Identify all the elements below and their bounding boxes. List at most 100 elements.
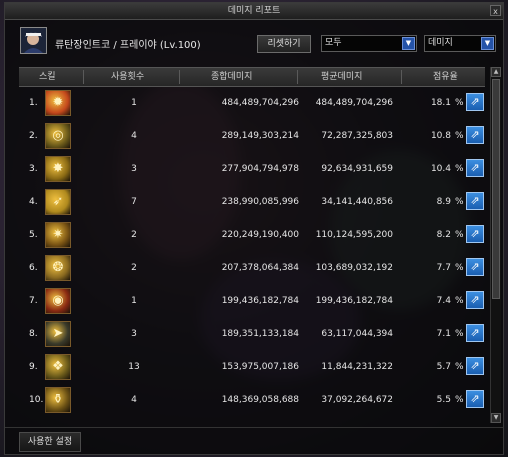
skill-glyph: ⚱	[52, 392, 64, 407]
percent-sign: %	[455, 296, 464, 306]
average-damage: 103,689,032,192	[315, 263, 393, 273]
use-count: 13	[128, 362, 140, 372]
close-button[interactable]: x	[490, 5, 501, 16]
share-icon[interactable]: ⇗	[466, 225, 484, 243]
scrollbar[interactable]: ▲ ▼	[490, 67, 501, 423]
arrow-icon: ➤	[45, 321, 71, 347]
claw-icon: ❂	[45, 255, 71, 281]
column-divider	[401, 70, 402, 84]
column-uses[interactable]: 사용횟수	[111, 68, 144, 86]
column-divider	[83, 70, 84, 84]
eye-icon: ◉	[45, 288, 71, 314]
skill-glyph: ✷	[52, 227, 64, 242]
percent-sign: %	[455, 230, 464, 240]
share-percent: 8.9	[436, 197, 451, 207]
column-total-damage[interactable]: 종합데미지	[211, 68, 252, 86]
average-damage: 199,436,182,784	[315, 296, 393, 306]
scroll-up-icon[interactable]: ▲	[491, 67, 501, 77]
reset-button[interactable]: 리셋하기	[257, 35, 311, 53]
window-titlebar[interactable]: 데미지 리포트 x	[5, 3, 503, 20]
chevron-down-icon: ▼	[402, 37, 415, 50]
table-row[interactable]: 6. ❂ 2 207,378,064,384 103,689,032,192 7.7% ⇗	[19, 252, 485, 284]
grenade-icon: ❖	[45, 354, 71, 380]
skill-glyph: ◉	[52, 293, 64, 308]
use-count: 3	[131, 164, 137, 174]
share-icon[interactable]: ⇗	[466, 159, 484, 177]
use-count: 4	[131, 395, 137, 405]
scroll-down-icon[interactable]: ▼	[491, 413, 501, 423]
row-rank: 6.	[29, 263, 38, 273]
avatar	[20, 27, 47, 54]
share-icon[interactable]: ⇗	[466, 324, 484, 342]
beam-icon: ➶	[45, 189, 71, 215]
average-damage: 110,124,595,200	[315, 230, 393, 240]
share-percent: 7.4	[436, 296, 451, 306]
table-row[interactable]: 7. ◉ 1 199,436,182,784 199,436,182,784 7.4% ⇗	[19, 285, 485, 317]
skill-glyph: ❖	[52, 359, 64, 374]
share-icon[interactable]: ⇗	[466, 192, 484, 210]
percent-sign: %	[455, 98, 464, 108]
share-icon[interactable]: ⇗	[466, 93, 484, 111]
average-damage: 63,117,044,394	[321, 329, 393, 339]
use-count: 7	[131, 197, 137, 207]
average-damage: 11,844,231,322	[321, 362, 393, 372]
character-name: 류탄장인트코 / 프레이야 (Lv.100)	[55, 40, 201, 51]
scrollbar-thumb[interactable]	[492, 79, 500, 299]
ring-icon: ◎	[45, 123, 71, 149]
use-count: 2	[131, 230, 137, 240]
share-percent: 18.1	[430, 98, 451, 108]
chevron-down-icon: ▼	[481, 37, 494, 50]
skill-glyph: ✸	[52, 161, 64, 176]
use-count: 1	[131, 296, 137, 306]
share-icon[interactable]: ⇗	[466, 291, 484, 309]
table-row[interactable]: 8. ➤ 3 189,351,133,184 63,117,044,394 7.1% ⇗	[19, 318, 485, 350]
table-row[interactable]: 4. ➶ 7 238,990,085,996 34,141,440,856 8.9% ⇗	[19, 186, 485, 218]
percent-sign: %	[455, 329, 464, 339]
skill-glyph: ◎	[52, 128, 64, 143]
table-row[interactable]: 5. ✷ 2 220,249,190,400 110,124,595,200 8.2% ⇗	[19, 219, 485, 251]
percent-sign: %	[455, 362, 464, 372]
bottom-bar: 사용한 설정	[5, 427, 503, 455]
share-icon[interactable]: ⇗	[466, 258, 484, 276]
row-rank: 9.	[29, 362, 38, 372]
percent-sign: %	[455, 164, 464, 174]
share-icon[interactable]: ⇗	[466, 126, 484, 144]
column-divider	[179, 70, 180, 84]
barrel-icon: ⚱	[45, 387, 71, 413]
row-rank: 1.	[29, 98, 38, 108]
share-icon[interactable]: ⇗	[466, 390, 484, 408]
use-count: 1	[131, 98, 137, 108]
column-skill[interactable]: 스킬	[39, 68, 56, 86]
share-percent: 7.7	[436, 263, 451, 273]
table-row[interactable]: 10. ⚱ 4 148,369,058,688 37,092,264,672 5.5% ⇗	[19, 384, 485, 416]
table-row[interactable]: 2. ◎ 4 289,149,303,214 72,287,325,803 10.8% ⇗	[19, 120, 485, 152]
table-row[interactable]: 9. ❖ 13 153,975,007,186 11,844,231,322 5.7% ⇗	[19, 351, 485, 383]
filter-dropdown-value: 모두	[325, 38, 342, 48]
spark-icon: ✷	[45, 222, 71, 248]
share-percent: 7.1	[436, 329, 451, 339]
percent-sign: %	[455, 197, 464, 207]
skill-glyph: ➶	[52, 194, 64, 209]
skill-glyph: ❂	[52, 260, 64, 275]
column-divider	[297, 70, 298, 84]
mode-dropdown[interactable]: 데미지 ▼	[424, 35, 496, 52]
row-rank: 8.	[29, 329, 38, 339]
column-share[interactable]: 점유율	[433, 68, 458, 86]
column-avg-damage[interactable]: 평균데미지	[321, 68, 362, 86]
average-damage: 37,092,264,672	[321, 395, 393, 405]
table-row[interactable]: 3. ✸ 3 277,904,794,978 92,634,931,659 10.4% ⇗	[19, 153, 485, 185]
settings-used-tab[interactable]: 사용한 설정	[19, 432, 81, 452]
row-rank: 3.	[29, 164, 38, 174]
use-count: 4	[131, 131, 137, 141]
use-count: 3	[131, 329, 137, 339]
skill-glyph: ✹	[52, 95, 64, 110]
filter-dropdown[interactable]: 모두 ▼	[321, 35, 417, 52]
table-row[interactable]: 1. ✹ 1 484,489,704,296 484,489,704,296 18.1% ⇗	[19, 87, 485, 119]
percent-sign: %	[455, 395, 464, 405]
row-rank: 4.	[29, 197, 38, 207]
character-portrait-icon	[21, 28, 46, 53]
report-header: 류탄장인트코 / 프레이야 (Lv.100) 리셋하기 모두 ▼ 데미지 ▼	[5, 21, 503, 63]
share-icon[interactable]: ⇗	[466, 357, 484, 375]
explosion-icon: ✹	[45, 90, 71, 116]
average-damage: 484,489,704,296	[315, 98, 393, 108]
